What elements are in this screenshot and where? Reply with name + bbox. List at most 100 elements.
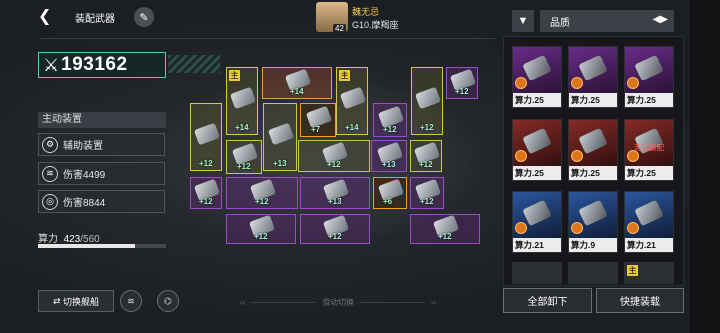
- equipment-level: +14: [235, 123, 249, 132]
- pencil-icon: ✎: [139, 11, 149, 24]
- switch-ship-label: 切换舰船: [63, 296, 100, 307]
- main-tag: 主: [229, 70, 240, 81]
- inventory-card[interactable]: 算力.21: [512, 191, 562, 253]
- switch-ship-button[interactable]: ⇄ 切换舰船: [38, 290, 114, 312]
- inventory-card[interactable]: 算力.25: [624, 46, 674, 108]
- equipment-slot[interactable]: +12: [446, 67, 478, 99]
- card-cost: 算力.25: [513, 93, 561, 107]
- active-item-label: 伤害8844: [63, 198, 106, 209]
- equipment-level: +13: [328, 197, 342, 206]
- equipment-level: +12: [383, 125, 397, 134]
- equipment-slot[interactable]: +14 主: [336, 67, 368, 135]
- swipe-hint: ‹‹ 滑动切换 ››: [240, 297, 436, 308]
- inventory-card-partial[interactable]: [512, 262, 562, 284]
- filter-icon: ▼: [517, 15, 529, 27]
- filter-button[interactable]: ▼: [512, 10, 534, 32]
- weapon-icon: [578, 54, 608, 82]
- inventory-card[interactable]: 算力.9: [568, 191, 618, 253]
- divider: [251, 302, 316, 303]
- equipment-slot[interactable]: +12: [300, 214, 370, 244]
- wings-icon: ≋: [42, 165, 58, 182]
- equipment-level: +12: [254, 232, 268, 241]
- rank-badge-icon: [515, 150, 527, 162]
- inventory-card[interactable]: 算力.25: [512, 46, 562, 108]
- main-tag: 主: [339, 70, 350, 81]
- edit-button[interactable]: ✎: [134, 7, 154, 27]
- inventory-card-partial[interactable]: [568, 262, 618, 284]
- active-item-damage-2[interactable]: ◎ 伤害8844: [38, 190, 165, 213]
- page-title: 装配武器: [75, 14, 115, 25]
- equipment-slot[interactable]: +12: [190, 103, 222, 171]
- card-cost: 算力.25: [569, 166, 617, 180]
- equipment-slot[interactable]: +12: [373, 103, 407, 137]
- equipment-level: +12: [237, 162, 251, 171]
- main-tag: 主: [627, 265, 638, 276]
- equipment-slot[interactable]: +13: [263, 103, 297, 171]
- rank-badge-icon: [515, 77, 527, 89]
- wings-icon: ≋: [127, 295, 135, 306]
- equipment-level: +12: [420, 123, 434, 132]
- equipment-slot[interactable]: +12: [226, 177, 298, 209]
- equipment-slot[interactable]: +12: [411, 67, 443, 135]
- inventory-card[interactable]: 算力.25: [512, 119, 562, 181]
- card-cost: 算力.25: [569, 93, 617, 107]
- equipment-level: +12: [420, 197, 434, 206]
- power-display: ⚔ 193162: [38, 52, 166, 78]
- crossed-swords-icon: ⚔: [43, 54, 60, 75]
- cannot-equip-label: 无法装配: [634, 143, 664, 152]
- inventory-card[interactable]: 算力.25: [568, 119, 618, 181]
- emblem-toggle-button[interactable]: ⌬: [157, 290, 179, 312]
- rank-badge-icon: [627, 77, 639, 89]
- inventory-card[interactable]: 无法装配算力.25: [624, 119, 674, 181]
- equipment-level: +6: [383, 197, 393, 206]
- weapon-icon: [339, 86, 367, 110]
- sort-toggle-icon: ◀▶: [652, 14, 668, 25]
- card-cost: 算力.25: [625, 166, 673, 180]
- card-cost: 算力.21: [625, 238, 673, 252]
- unload-all-button[interactable]: 全部卸下: [503, 288, 592, 313]
- compute-bar-fill: [38, 244, 135, 248]
- card-cost: 算力.25: [625, 93, 673, 107]
- equipment-level: +12: [255, 197, 269, 206]
- equipment-slot[interactable]: +12: [410, 214, 480, 244]
- inventory-card[interactable]: 算力.21: [624, 191, 674, 253]
- rank-badge-icon: [627, 222, 639, 234]
- quick-equip-button[interactable]: 快捷装载: [596, 288, 684, 313]
- equipment-slot[interactable]: +14: [262, 67, 332, 99]
- emblem-icon: ⌬: [164, 295, 172, 306]
- inventory-card-partial[interactable]: 主: [624, 262, 674, 284]
- equipment-slot[interactable]: +13: [300, 177, 370, 209]
- equipment-level: +12: [419, 160, 433, 169]
- quality-sort-select[interactable]: 品质 ◀▶: [540, 10, 674, 32]
- equipment-slot[interactable]: +14 主: [226, 67, 258, 135]
- equipment-slot[interactable]: +12: [226, 214, 296, 244]
- equipment-slot[interactable]: +12: [226, 140, 262, 174]
- weapon-icon: [634, 54, 664, 82]
- wings-toggle-button[interactable]: ≋: [120, 290, 142, 312]
- rank-badge-icon: [571, 222, 583, 234]
- equipment-slot[interactable]: +6: [373, 177, 407, 209]
- equipment-level: +7: [311, 125, 321, 134]
- equipment-slot[interactable]: +12: [410, 177, 444, 209]
- divider: [40, 38, 495, 39]
- active-item-damage-1[interactable]: ≋ 伤害4499: [38, 162, 165, 185]
- rank-badge-icon: [571, 150, 583, 162]
- equipment-level: +12: [199, 197, 213, 206]
- active-item-auxiliary[interactable]: ⚙ 辅助装置: [38, 133, 165, 156]
- weapon-icon: [522, 127, 552, 155]
- equipment-slot[interactable]: +12: [298, 140, 370, 172]
- pilot-level: 42: [333, 24, 346, 33]
- equipment-slot[interactable]: +12: [190, 177, 222, 209]
- back-button[interactable]: ❮: [38, 8, 56, 26]
- chevron-right-icon: ››: [430, 298, 436, 307]
- weapon-icon: [414, 86, 442, 110]
- chevron-left-icon: ‹‹: [240, 298, 246, 307]
- equipment-level: +14: [345, 123, 359, 132]
- equipment-level: +12: [199, 159, 213, 168]
- equipment-level: +12: [455, 87, 469, 96]
- equipment-slot[interactable]: +12: [410, 140, 442, 172]
- inventory-card[interactable]: 算力.25: [568, 46, 618, 108]
- swipe-hint-label: 滑动切换: [322, 298, 354, 307]
- equipment-slot[interactable]: +13: [371, 140, 407, 172]
- equipment-slot[interactable]: +7: [300, 103, 336, 137]
